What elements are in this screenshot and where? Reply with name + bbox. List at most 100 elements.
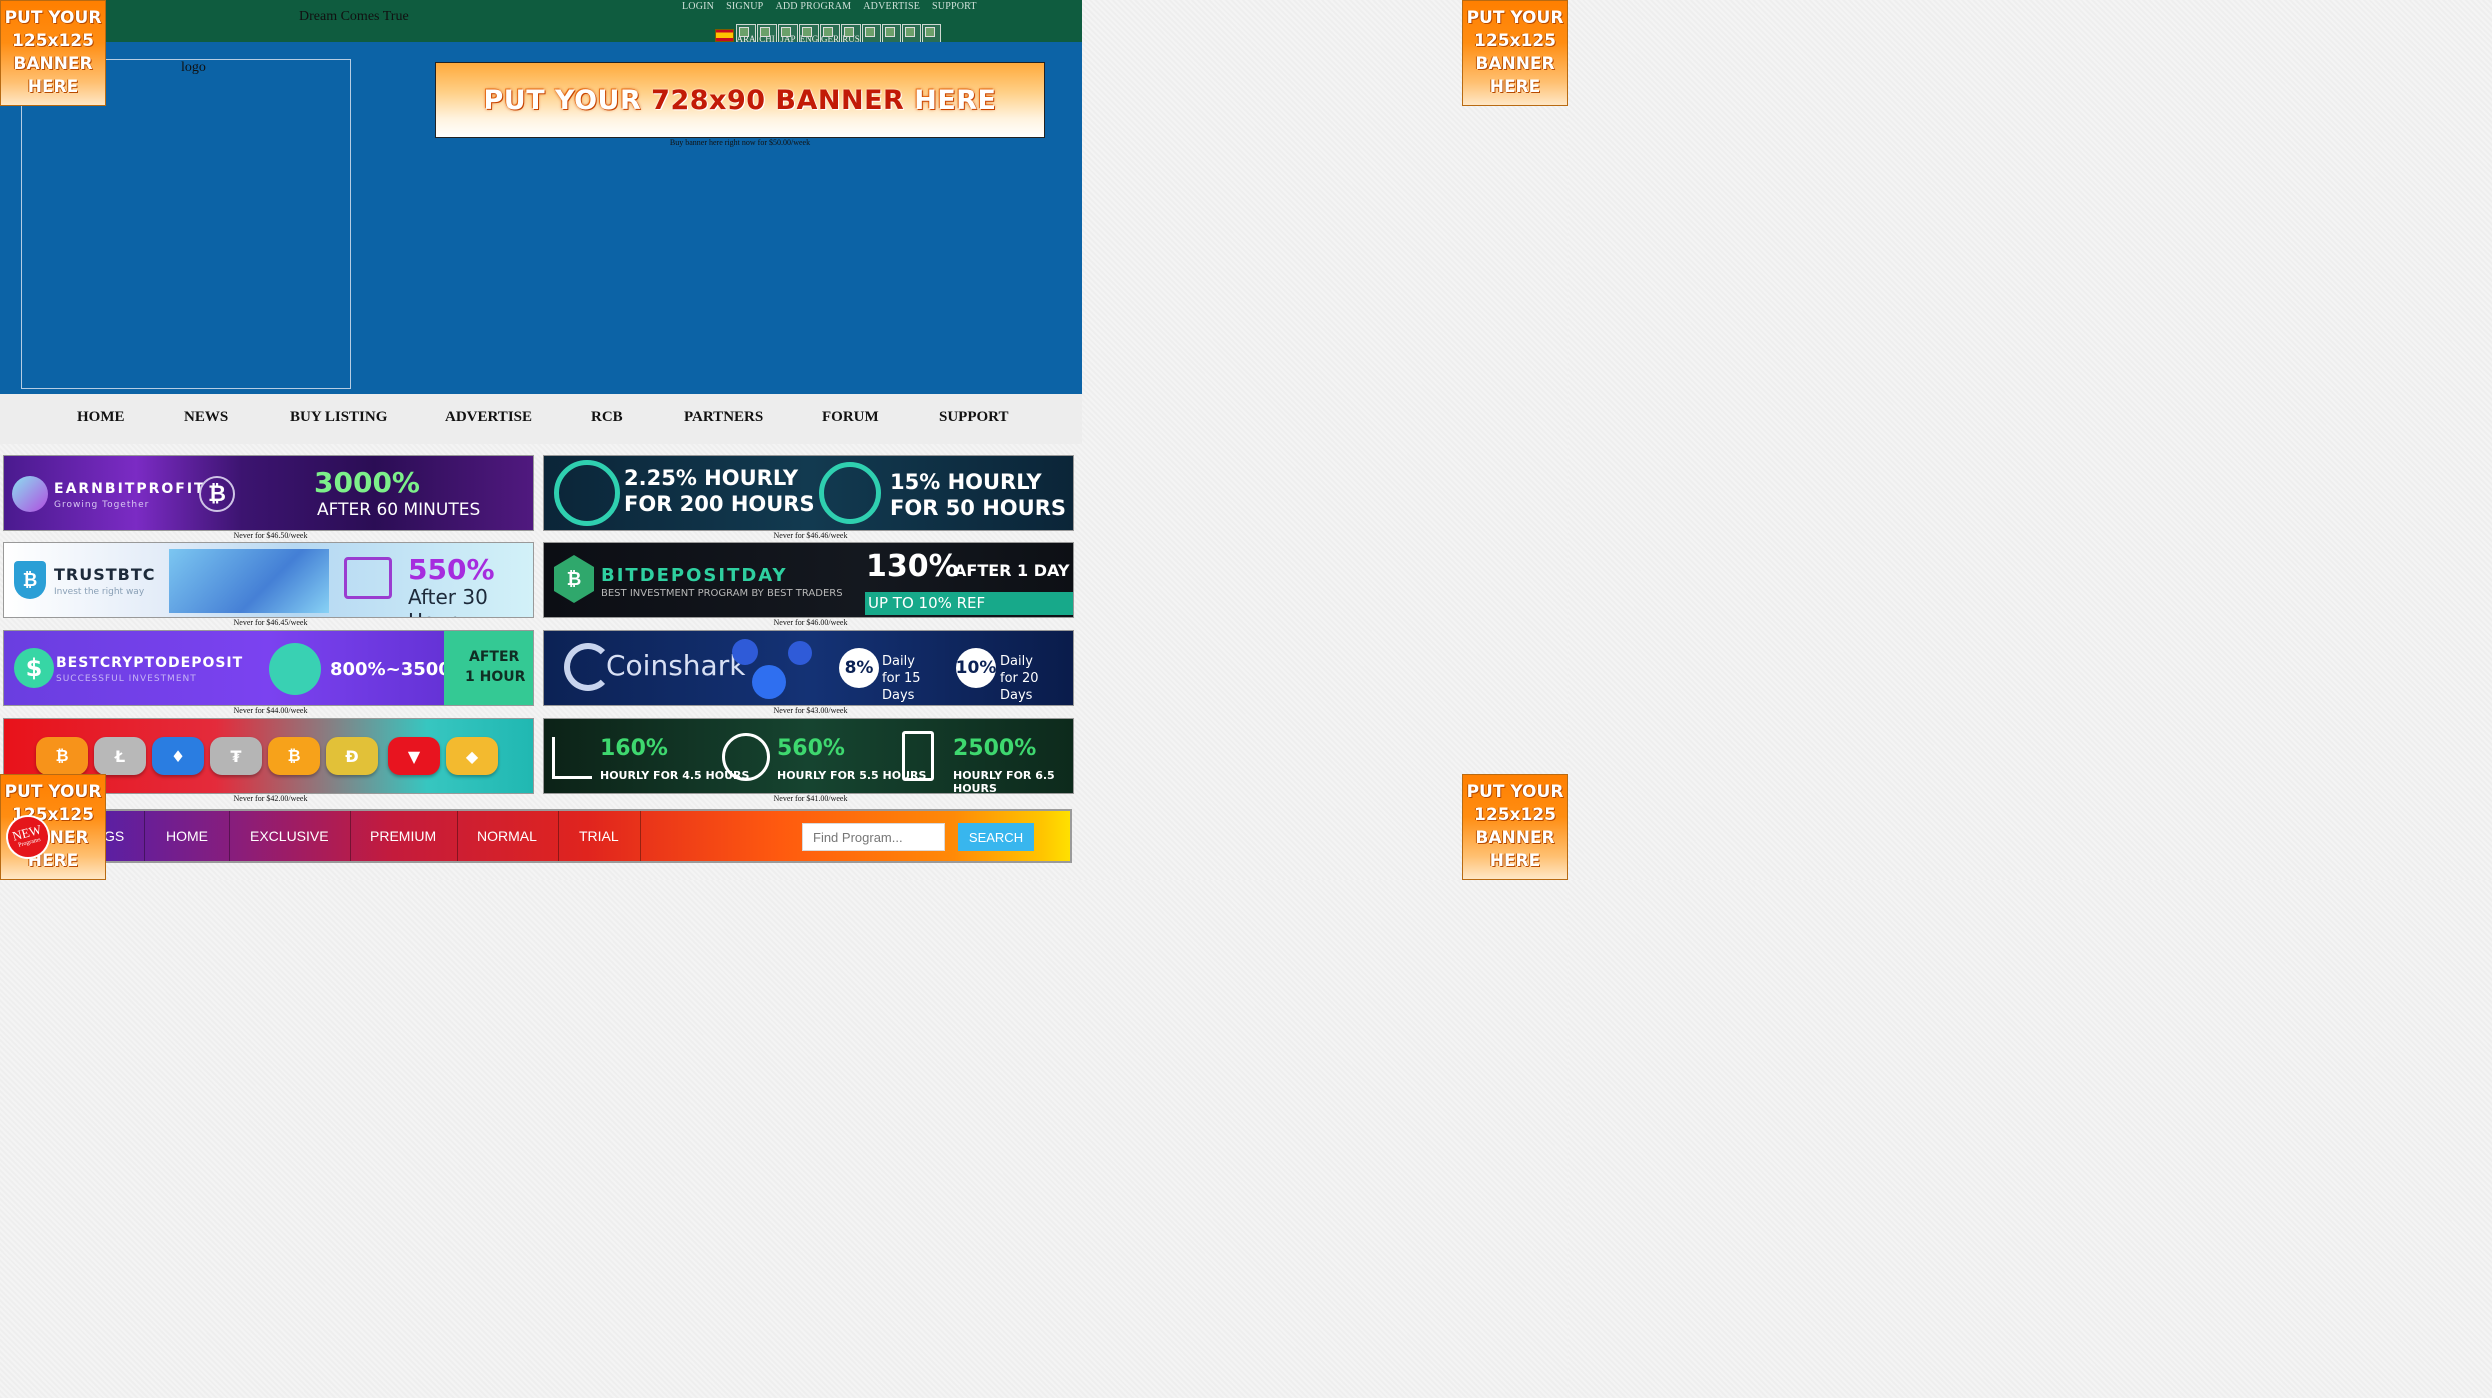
- site-tagline: Dream Comes True: [299, 9, 409, 24]
- nav-partners[interactable]: PARTNERS: [684, 409, 763, 426]
- nav-rcb[interactable]: RCB: [591, 409, 623, 426]
- clipboard-money-icon: [902, 731, 934, 781]
- trustbtc-banner[interactable]: ₿ TRUSTBTC Invest the right way 550% Aft…: [3, 542, 534, 618]
- bitcoin-cash-chip-icon: ₿: [268, 737, 320, 775]
- banner-subline: FOR 200 HOURS: [624, 492, 815, 516]
- banner-brand: BITDEPOSITDAY: [601, 565, 788, 586]
- tether-chip-icon: ₮: [210, 737, 262, 775]
- banner-price-caption: Never for $43.00/week: [773, 706, 848, 715]
- nav-category-home[interactable]: HOME: [145, 811, 230, 861]
- nav-exclusive[interactable]: EXCLUSIVE: [229, 811, 351, 861]
- banner-subline-2: 1 HOUR: [465, 669, 526, 685]
- nav-listings[interactable]: GS: [104, 811, 145, 861]
- 125x125-ad-top-right[interactable]: PUT YOUR 125x125 BANNER HERE: [1462, 0, 1568, 106]
- banner-price-caption: Never for $41.00/week: [773, 794, 848, 803]
- banner-headline-2: 15% HOURLY: [890, 470, 1042, 494]
- banner-ref-commission: UP TO 10% REF COMMISSION: [865, 592, 1073, 615]
- top-bar: Dream Comes True LOGIN SIGNUP ADD PROGRA…: [0, 0, 1082, 45]
- banner-headline: 130%: [866, 549, 959, 584]
- earnbitprofit-logo-icon: [12, 476, 48, 512]
- banner-subline: AFTER 60 MINUTES: [317, 500, 481, 520]
- banner-price-caption: Never for $46.46/week: [773, 531, 848, 540]
- nav-trial[interactable]: TRIAL: [558, 811, 641, 861]
- banner-headline-2: 560%: [777, 736, 845, 761]
- banner-price-caption: Buy banner here right now for $50.00/wee…: [669, 138, 811, 147]
- banner-brand: Coinshark: [606, 649, 746, 682]
- hex-bitcoin-icon: ₿: [554, 555, 594, 603]
- banner-price-caption: Never for $44.00/week: [233, 706, 308, 715]
- nav-advertise[interactable]: ADVERTISE: [445, 409, 532, 426]
- banner-tagline: SUCCESSFUL INVESTMENT: [56, 674, 197, 684]
- banner-tagline: Invest the right way: [54, 587, 145, 597]
- banner-headline: 2.25% HOURLY: [624, 466, 799, 490]
- logo-alt-text: logo: [181, 60, 206, 75]
- spanish-flag-icon[interactable]: [715, 29, 734, 42]
- add-program-link[interactable]: ADD PROGRAM: [775, 1, 851, 12]
- dash-coin-icon: [752, 665, 786, 699]
- bestcryptodeposit-banner[interactable]: $ BESTCRYPTODEPOSIT SUCCESSFUL INVESTMEN…: [3, 630, 534, 706]
- search-button[interactable]: SEARCH: [958, 823, 1034, 851]
- bitdepositday-banner[interactable]: ₿ BITDEPOSITDAY BEST INVESTMENT PROGRAM …: [543, 542, 1074, 618]
- laptop-server-illustration: [169, 549, 329, 613]
- main-nav: HOME NEWS BUY LISTING ADVERTISE RCB PART…: [0, 394, 1082, 444]
- litecoin-chip-icon: Ł: [94, 737, 146, 775]
- banner-subline: After 30 Hour: [408, 585, 488, 617]
- signup-link[interactable]: SIGNUP: [726, 1, 763, 12]
- tron-chip-icon: ▼: [388, 737, 440, 775]
- nav-news[interactable]: NEWS: [184, 409, 228, 426]
- earnbitprofit-banner[interactable]: EARNBITPROFIT Growing Together ₿ 3000% A…: [3, 455, 534, 531]
- banner-headline: 550%: [408, 553, 495, 586]
- bitcoin-chip-icon: ₿: [36, 737, 88, 775]
- dogecoin-chip-icon: Đ: [326, 737, 378, 775]
- coin-gear-icon: [722, 733, 770, 781]
- banner-brand: TRUSTBTC: [54, 565, 156, 584]
- ripple-icon: [819, 462, 881, 524]
- advertise-link[interactable]: ADVERTISE: [863, 1, 920, 12]
- hourly-plan-banner[interactable]: 2.25% HOURLY FOR 200 HOURS 15% HOURLY FO…: [543, 455, 1074, 531]
- top-nav: LOGIN SIGNUP ADD PROGRAM ADVERTISE SUPPO…: [682, 1, 977, 12]
- banner-subline: AFTER: [469, 649, 520, 665]
- banner-headline-3: 2500%: [953, 736, 1037, 761]
- dollar-icon: $: [14, 648, 54, 688]
- coinshark-banner[interactable]: Coinshark 8% Daily for 15 Days 10% Daily…: [543, 630, 1074, 706]
- bitcoin-coin-icon: [732, 639, 758, 665]
- login-link[interactable]: LOGIN: [682, 1, 714, 12]
- rate-badge-8: 8%: [839, 648, 879, 688]
- banner-price-caption: Never for $46.45/week: [233, 618, 308, 627]
- coin-icon: [788, 641, 812, 665]
- banner-tagline: Growing Together: [54, 500, 150, 510]
- 125x125-ad-bottom-right[interactable]: PUT YOUR 125x125 BANNER HERE: [1462, 774, 1568, 880]
- banner-headline: 160%: [600, 736, 668, 761]
- nav-forum[interactable]: FORUM: [822, 409, 879, 426]
- logo-placeholder[interactable]: [21, 59, 351, 389]
- banner-price-caption: Never for $46.50/week: [233, 531, 308, 540]
- banner-subline-3: HOURLY FOR 6.5 HOURS: [953, 769, 1055, 794]
- find-program-input[interactable]: [802, 823, 945, 851]
- page: Dream Comes True LOGIN SIGNUP ADD PROGRA…: [0, 0, 1568, 880]
- hourly-tiers-banner[interactable]: 160% HOURLY FOR 4.5 HOURS 560% HOURLY FO…: [543, 718, 1074, 794]
- bnb-chip-icon: ◆: [446, 737, 498, 775]
- nav-normal[interactable]: NORMAL: [456, 811, 559, 861]
- banner-subline-2: Daily for 20 Days: [1000, 654, 1039, 703]
- nav-home[interactable]: HOME: [77, 409, 125, 426]
- banner-brand: EARNBITPROFIT: [54, 481, 206, 497]
- bitcoin-icon: ₿: [199, 476, 235, 512]
- nav-premium[interactable]: PREMIUM: [349, 811, 459, 861]
- nav-support[interactable]: SUPPORT: [939, 409, 1008, 426]
- growth-chart-icon: [552, 737, 592, 779]
- banner-subline: Daily for 15 Days: [882, 654, 921, 703]
- banner-headline: 3000%: [314, 466, 420, 499]
- 728x90-banner-text: PUT YOUR 728x90 BANNER HERE: [483, 84, 997, 116]
- rate-badge-10: 10%: [956, 648, 996, 688]
- support-link[interactable]: SUPPORT: [932, 1, 977, 12]
- nav-buy-listing[interactable]: BUY LISTING: [290, 409, 387, 426]
- chart-monitor-icon: [344, 557, 392, 599]
- 125x125-ad-top-left[interactable]: PUT YOUR 125x125 BANNER HERE: [0, 0, 106, 106]
- banner-subline: AFTER 1 DAY: [954, 561, 1070, 580]
- banner-subline-2: FOR 50 HOURS: [890, 496, 1066, 520]
- banner-tagline: BEST INVESTMENT PROGRAM BY BEST TRADERS: [601, 588, 843, 599]
- blocks-logo-icon: [554, 460, 620, 526]
- 728x90-banner[interactable]: PUT YOUR 728x90 BANNER HERE: [435, 62, 1045, 138]
- shield-bitcoin-icon: ₿: [14, 561, 46, 599]
- coinshark-logo-icon: [564, 643, 612, 691]
